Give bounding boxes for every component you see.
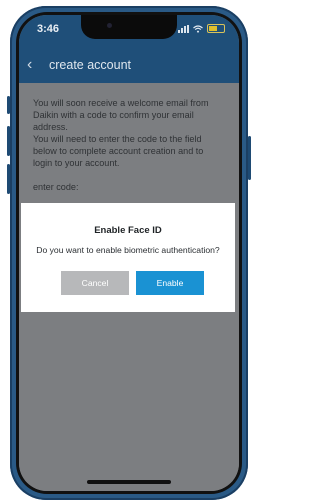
back-chevron-icon[interactable]: ‹ <box>19 56 49 74</box>
power-button <box>248 136 251 180</box>
enable-button[interactable]: Enable <box>136 271 204 295</box>
nav-header: ‹ create account <box>19 51 239 79</box>
mute-switch <box>7 96 10 114</box>
app-header-bar: 3:46 ‹ create account <box>19 15 239 83</box>
status-icons <box>178 24 225 33</box>
instructions-text: You will need to enter the code to the f… <box>33 134 204 168</box>
status-time: 3:46 <box>37 23 60 35</box>
signal-icon <box>178 24 189 33</box>
page-title: create account <box>49 58 131 72</box>
volume-up-button <box>7 126 10 156</box>
cancel-button[interactable]: Cancel <box>61 271 129 295</box>
welcome-email-text: You will soon receive a welcome email fr… <box>33 98 209 132</box>
status-bar: 3:46 <box>19 15 239 43</box>
code-label: enter code: <box>33 182 79 192</box>
wifi-icon <box>193 24 203 33</box>
dialog-title: Enable Face ID <box>94 225 162 236</box>
notch <box>81 15 177 39</box>
battery-icon <box>207 24 225 33</box>
home-indicator[interactable] <box>87 480 171 484</box>
front-camera-icon <box>107 23 112 28</box>
dialog-message: Do you want to enable biometric authenti… <box>36 245 220 255</box>
face-id-dialog: Enable Face ID Do you want to enable bio… <box>21 203 235 312</box>
volume-down-button <box>7 164 10 194</box>
